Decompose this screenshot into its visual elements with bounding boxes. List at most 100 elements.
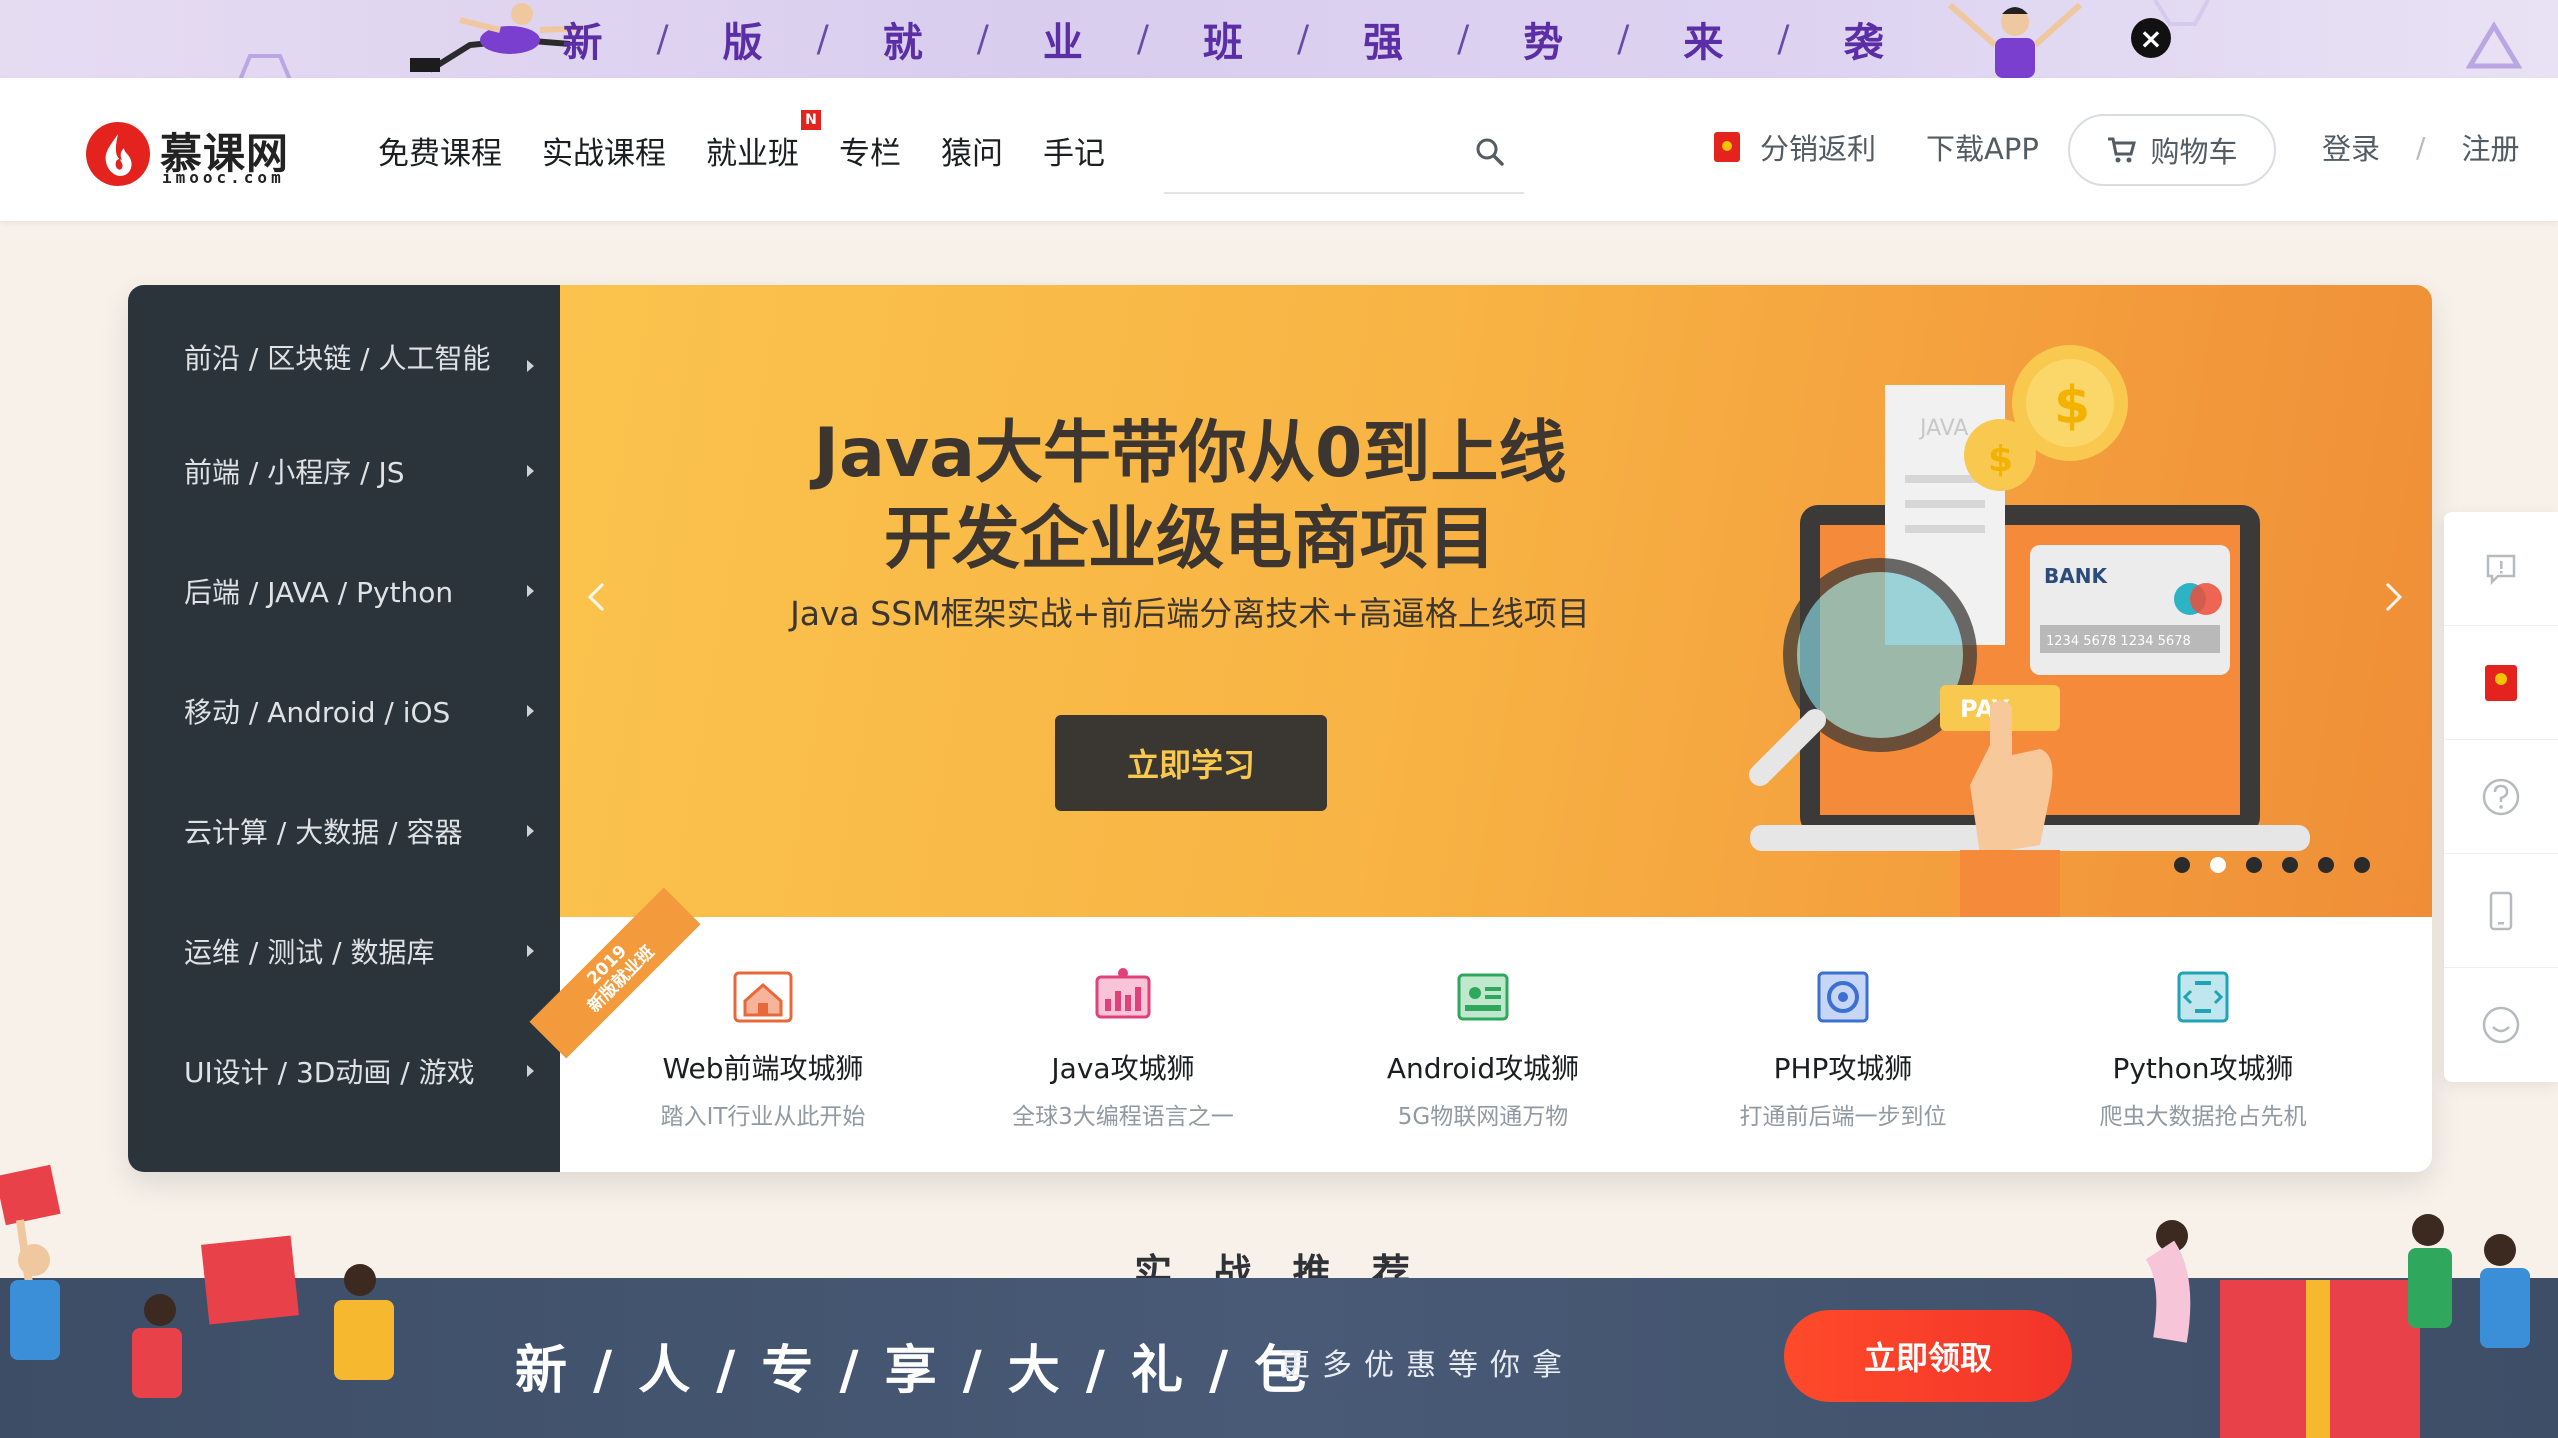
path-desc: 爬虫大数据抢占先机 bbox=[2099, 1104, 2307, 1130]
tb-char: 业 bbox=[1042, 19, 1085, 66]
chat-button[interactable] bbox=[2444, 968, 2558, 1082]
tb-char: 就 bbox=[882, 19, 925, 66]
hero-card: 前沿 / 区块链 / 人工智能 前端 / 小程序 / JS 后端 / JAVA … bbox=[128, 285, 2432, 1172]
nav-item-column[interactable]: 专栏 bbox=[839, 128, 901, 173]
caret-right-icon bbox=[527, 585, 534, 597]
category-item-design[interactable]: UI设计 / 3D动画 / 游戏 bbox=[128, 1011, 560, 1131]
carousel-slide[interactable]: Java大牛带你从0到上线 开发企业级电商项目 Java SSM框架实战+前后端… bbox=[560, 285, 2432, 917]
login-link[interactable]: 登录 bbox=[2322, 126, 2380, 168]
new-badge: N bbox=[801, 110, 821, 130]
cheering-person-illustration bbox=[1948, 2, 2082, 78]
carousel-dot[interactable] bbox=[2354, 857, 2370, 873]
tb-separator: / bbox=[1457, 18, 1472, 60]
category-label: 移动 / Android / iOS bbox=[184, 696, 451, 729]
path-desc: 打通前后端一步到位 bbox=[1739, 1104, 1947, 1130]
carousel-dot[interactable] bbox=[2174, 857, 2190, 873]
help-button[interactable] bbox=[2444, 740, 2558, 854]
claim-gift-button[interactable]: 立即领取 bbox=[1784, 1310, 2072, 1402]
tb-separator: / bbox=[1777, 18, 1792, 60]
logo-domain: imooc.com bbox=[162, 168, 285, 187]
nav-item-career-class[interactable]: 就业班 N bbox=[706, 110, 821, 173]
slide-headline: 开发企业级电商项目 bbox=[883, 500, 1496, 579]
category-label: 云计算 / 大数据 / 容器 bbox=[184, 816, 463, 849]
category-label: 运维 / 测试 / 数据库 bbox=[184, 936, 435, 969]
category-item-backend[interactable]: 后端 / JAVA / Python bbox=[128, 531, 560, 651]
next-slide-arrow-icon[interactable] bbox=[2373, 582, 2403, 612]
tb-char: 来 bbox=[1683, 19, 1726, 66]
path-title: Web前端攻城狮 bbox=[662, 1052, 864, 1085]
register-link[interactable]: 注册 bbox=[2461, 126, 2519, 168]
search-input[interactable] bbox=[1164, 106, 1524, 194]
caret-right-icon bbox=[527, 1065, 534, 1077]
feedback-button[interactable] bbox=[2444, 512, 2558, 626]
search-icon[interactable] bbox=[1474, 136, 1506, 168]
redpack-icon bbox=[2485, 664, 2517, 701]
tb-char: 新 bbox=[562, 19, 605, 66]
nav-item-label: 就业班 bbox=[706, 136, 799, 172]
caret-right-icon bbox=[527, 360, 534, 372]
download-app-link[interactable]: 下载APP bbox=[1926, 126, 2039, 168]
caret-right-icon bbox=[527, 945, 534, 957]
category-item-frontier[interactable]: 前沿 / 区块链 / 人工智能 bbox=[128, 321, 560, 411]
path-title: Java攻城狮 bbox=[1051, 1052, 1195, 1085]
path-card-php[interactable]: PHP攻城狮 打通前后端一步到位 bbox=[1663, 965, 2023, 1131]
path-title: Python攻城狮 bbox=[2112, 1052, 2294, 1085]
caret-right-icon bbox=[527, 705, 534, 717]
carousel-dot[interactable] bbox=[2318, 857, 2334, 873]
nav-item-practical-courses[interactable]: 实战课程 bbox=[542, 128, 666, 173]
path-card-python[interactable]: Python攻城狮 爬虫大数据抢占先机 bbox=[2023, 965, 2383, 1131]
nav-item-qa[interactable]: 猿问 bbox=[941, 128, 1003, 173]
category-item-mobile[interactable]: 移动 / Android / iOS bbox=[128, 651, 560, 771]
bank-label: BANK bbox=[2044, 564, 2108, 588]
tb-separator: / bbox=[656, 18, 671, 60]
download-app-label: 下载APP bbox=[1926, 132, 2039, 166]
category-item-ops[interactable]: 运维 / 测试 / 数据库 bbox=[128, 891, 560, 1011]
tb-char: 势 bbox=[1523, 19, 1566, 66]
python-code-icon bbox=[2177, 971, 2229, 1023]
redpack-icon bbox=[1714, 132, 1740, 162]
redpack-button[interactable] bbox=[2444, 626, 2558, 740]
category-label: 后端 / JAVA / Python bbox=[184, 576, 454, 609]
tb-char: 版 bbox=[722, 19, 765, 66]
tb-char: 袭 bbox=[1843, 19, 1886, 66]
category-item-frontend[interactable]: 前端 / 小程序 / JS bbox=[128, 411, 560, 531]
flame-logo-icon bbox=[86, 122, 150, 186]
coin-symbol: $ bbox=[2054, 376, 2090, 436]
feedback-icon bbox=[2486, 554, 2516, 585]
android-circuit-icon bbox=[1457, 973, 1509, 1021]
tb-char: 班 bbox=[1203, 19, 1245, 66]
mobile-icon bbox=[2489, 891, 2513, 930]
tb-separator: / bbox=[816, 18, 831, 60]
help-icon bbox=[2482, 778, 2520, 815]
cart-icon bbox=[2108, 137, 2137, 163]
carousel-dot[interactable] bbox=[2282, 857, 2298, 873]
mobile-app-button[interactable] bbox=[2444, 854, 2558, 968]
java-chart-icon bbox=[1095, 968, 1151, 1019]
triangle-decoration bbox=[2466, 21, 2522, 69]
path-card-android[interactable]: Android攻城狮 5G物联网通万物 bbox=[1303, 965, 1663, 1131]
gift-box-people-illustration bbox=[2145, 1214, 2530, 1438]
hexagon-decoration bbox=[2153, 0, 2210, 26]
nav-item-notes[interactable]: 手记 bbox=[1043, 128, 1105, 173]
affiliate-link[interactable]: 分销返利 bbox=[1714, 126, 1876, 168]
promo-subtitle: 更多优惠等你拿 bbox=[1280, 1348, 1574, 1383]
cart-button[interactable]: 购物车 bbox=[2068, 114, 2276, 186]
carousel-dot-active[interactable] bbox=[2210, 857, 2226, 873]
path-card-web[interactable]: Web前端攻城狮 踏入IT行业从此开始 bbox=[583, 965, 943, 1131]
start-learning-button[interactable]: 立即学习 bbox=[1055, 715, 1327, 811]
card-number: 1234 5678 1234 5678 bbox=[2046, 634, 2191, 649]
web-house-icon bbox=[733, 971, 793, 1023]
nav-item-free-courses[interactable]: 免费课程 bbox=[378, 128, 502, 173]
tb-separator: / bbox=[1136, 18, 1151, 60]
imooc-logo[interactable]: 慕课网 imooc.com bbox=[86, 118, 306, 188]
tb-separator: / bbox=[1297, 18, 1312, 60]
affiliate-label: 分销返利 bbox=[1760, 132, 1877, 166]
category-item-cloud[interactable]: 云计算 / 大数据 / 容器 bbox=[128, 771, 560, 891]
slide-headline: Java大牛带你从0到上线 bbox=[813, 414, 1567, 493]
top-promo-banner[interactable]: 新 / 版 / 就 / 业 / 班 / 强 / 势 / 来 / 袭 × bbox=[0, 0, 2558, 78]
caret-right-icon bbox=[527, 465, 534, 477]
category-label: 前沿 / 区块链 / 人工智能 bbox=[184, 342, 491, 375]
ecommerce-payment-illustration: JAVA BANK 1234 5678 1234 5678 PAY $ $ bbox=[1749, 345, 2310, 917]
carousel-dot[interactable] bbox=[2246, 857, 2262, 873]
path-card-java[interactable]: Java攻城狮 全球3大编程语言之一 bbox=[943, 965, 1303, 1131]
